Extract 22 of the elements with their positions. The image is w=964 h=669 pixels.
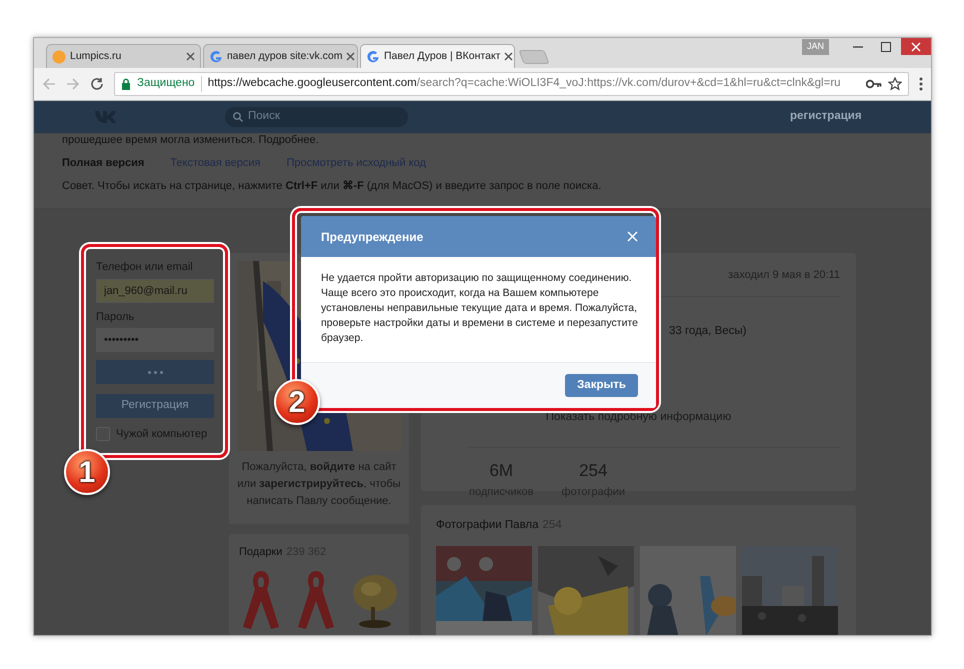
dialog-title: Предупреждение bbox=[321, 228, 424, 246]
security-label: Защищено bbox=[137, 76, 195, 92]
input-field[interactable]: jan_960@mail.ru bbox=[96, 278, 214, 302]
browser-tab[interactable]: Павел Дуров | ВКонтакт bbox=[360, 44, 515, 68]
info-text: 33 года, Весы) bbox=[669, 324, 748, 338]
notice-text: прошедшее время могла измениться. Подробнее. bbox=[62, 134, 320, 147]
register-button[interactable]: Регистрация bbox=[96, 394, 214, 418]
register-link[interactable]: регистрация bbox=[790, 108, 862, 126]
version-link[interactable]: Полная версия bbox=[62, 155, 144, 172]
section-title: Фотографии Павла bbox=[436, 518, 539, 533]
input-field[interactable]: ••••••••• bbox=[96, 328, 214, 352]
address-bar[interactable]: Защищено https://webcache.googleusercontent.com/search?q=cache:WiOLI3F4_voJ:https://vk.com/durov+&cd=1&hl=ru&ct=clnk&gl=ru bbox=[114, 72, 909, 96]
tip-text: Совет. Чтобы искать на странице, нажмите Ctrl+F или ⌘-F (для MacOS) и введите запрос в поле поиска. bbox=[62, 178, 602, 194]
step-marker: 1 bbox=[64, 449, 110, 495]
url-text: https://webcache.googleusercontent.com/search?q=cache:WiOLI3F4_voJ:https://vk.com/durov+&cd=1&hl=ru&ct=clnk&gl=ru bbox=[208, 76, 841, 92]
close-dialog-button[interactable]: Закрыть bbox=[565, 374, 638, 397]
browser-tab[interactable]: Lumpics.ru bbox=[46, 44, 201, 68]
browser-tab[interactable]: павел дуров site:vk.com bbox=[203, 44, 358, 68]
user-badge[interactable]: JAN bbox=[802, 39, 829, 54]
search-field[interactable]: Поиск bbox=[225, 107, 408, 127]
section-title: Подарки bbox=[239, 545, 282, 560]
dialog-message: Не удается пройти авторизацию по защищенному соединению. Чаще всего это происходит, когда на Вашем компьютере установлены неправильные текущие дата и время. Пожалуйста, проверьте настройки даты и времени в системе и перезапустите браузер. bbox=[320, 271, 639, 346]
